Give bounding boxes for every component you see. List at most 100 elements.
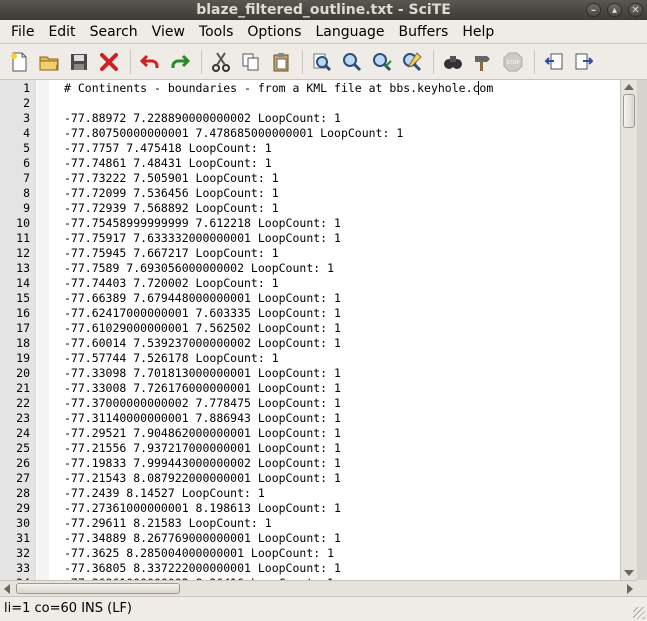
maximize-button[interactable]: ▴ (607, 3, 622, 17)
editor-line[interactable]: 4 -77.80750000000001 7.478685000000001 Lo… (0, 126, 620, 141)
line-text[interactable]: -77.34889 8.267769000000001 LoopCount: 1 (64, 531, 341, 546)
editor-line[interactable]: 6 -77.74861 7.48431 LoopCount: 1 (0, 156, 620, 171)
copy-button[interactable] (238, 48, 264, 76)
editor-line[interactable]: 16 -77.62417000000001 7.603335 LoopCount:… (0, 306, 620, 321)
editor-line[interactable]: 24 -77.29521 7.904862000000001 LoopCount:… (0, 426, 620, 441)
editor-line[interactable]: 23 -77.31140000000001 7.886943 LoopCount:… (0, 411, 620, 426)
line-text[interactable]: -77.21556 7.937217000000001 LoopCount: 1 (64, 441, 341, 456)
line-text[interactable]: # Continents - boundaries - from a KML f… (64, 81, 493, 96)
editor-line[interactable]: 31 -77.34889 8.267769000000001 LoopCount:… (0, 531, 620, 546)
line-text[interactable]: -77.66389 7.679448000000001 LoopCount: 1 (64, 291, 341, 306)
editor-line[interactable]: 17 -77.61029000000001 7.562502 LoopCount:… (0, 321, 620, 336)
editor-line[interactable]: 7 -77.73222 7.505901 LoopCount: 1 (0, 171, 620, 186)
line-text[interactable]: -77.33098 7.701813000000001 LoopCount: 1 (64, 366, 341, 381)
close-file-button[interactable] (96, 48, 122, 76)
line-text[interactable]: -77.73222 7.505901 LoopCount: 1 (64, 171, 279, 186)
editor-line[interactable]: 1 # Continents - boundaries - from a KML … (0, 81, 620, 96)
redo-button[interactable] (167, 48, 193, 76)
line-text[interactable]: -77.62417000000001 7.603335 LoopCount: 1 (64, 306, 341, 321)
editor-line[interactable]: 28 -77.2439 8.14527 LoopCount: 1 (0, 486, 620, 501)
editor-line[interactable]: 2 (0, 96, 620, 111)
editor-pane[interactable]: 1 # Continents - boundaries - from a KML … (0, 80, 620, 580)
menu-search[interactable]: Search (83, 20, 145, 44)
line-text[interactable]: -77.75945 7.667217 LoopCount: 1 (64, 246, 279, 261)
horizontal-scrollbar[interactable] (0, 580, 637, 596)
menu-file[interactable]: File (4, 20, 41, 44)
line-text[interactable]: -77.37000000000002 7.778475 LoopCount: 1 (64, 396, 341, 411)
editor-line[interactable]: 15 -77.66389 7.679448000000001 LoopCount:… (0, 291, 620, 306)
line-text[interactable]: -77.27361000000001 8.198613 LoopCount: 1 (64, 501, 341, 516)
vertical-scroll-thumb[interactable] (623, 94, 635, 128)
line-text[interactable]: -77.2439 8.14527 LoopCount: 1 (64, 486, 265, 501)
line-text[interactable]: -77.57744 7.526178 LoopCount: 1 (64, 351, 279, 366)
line-text[interactable]: -77.75458999999999 7.612218 LoopCount: 1 (64, 216, 341, 231)
menu-view[interactable]: View (145, 20, 192, 44)
horizontal-scroll-thumb[interactable] (16, 583, 180, 594)
close-window-button[interactable]: ✕ (628, 3, 643, 17)
editor-line[interactable]: 10 -77.75458999999999 7.612218 LoopCount:… (0, 216, 620, 231)
editor-line[interactable]: 14 -77.74403 7.720002 LoopCount: 1 (0, 276, 620, 291)
editor-line[interactable]: 18 -77.60014 7.539237000000002 LoopCount:… (0, 336, 620, 351)
editor-line[interactable]: 19 -77.57744 7.526178 LoopCount: 1 (0, 351, 620, 366)
menu-tools[interactable]: Tools (192, 20, 241, 44)
editor-line[interactable]: 3 -77.88972 7.228890000000002 LoopCount: … (0, 111, 620, 126)
line-text[interactable]: -77.19833 7.999443000000002 LoopCount: 1 (64, 456, 341, 471)
line-text[interactable]: -77.80750000000001 7.478685000000001 Loo… (64, 126, 403, 141)
line-text[interactable]: -77.74403 7.720002 LoopCount: 1 (64, 276, 279, 291)
line-text[interactable]: -77.29611 8.21583 LoopCount: 1 (64, 516, 272, 531)
replace-button[interactable] (399, 48, 425, 76)
menu-options[interactable]: Options (240, 20, 308, 44)
line-text[interactable]: -77.88972 7.228890000000002 LoopCount: 1 (64, 111, 341, 126)
find-next-button[interactable] (339, 48, 365, 76)
editor-line[interactable]: 20 -77.33098 7.701813000000001 LoopCount:… (0, 366, 620, 381)
minimize-button[interactable]: – (586, 3, 601, 17)
menu-language[interactable]: Language (308, 20, 391, 44)
resize-grip-icon[interactable] (633, 607, 645, 619)
line-text[interactable]: -77.7589 7.693056000000002 LoopCount: 1 (64, 261, 334, 276)
scroll-right-icon[interactable] (627, 584, 633, 594)
paste-button[interactable] (268, 48, 294, 76)
scroll-down-icon[interactable] (624, 570, 634, 576)
editor-line[interactable]: 12 -77.75945 7.667217 LoopCount: 1 (0, 246, 620, 261)
cut-button[interactable] (208, 48, 234, 76)
find-in-files-button[interactable] (369, 48, 395, 76)
new-file-button[interactable] (6, 48, 32, 76)
menu-buffers[interactable]: Buffers (392, 20, 456, 44)
scroll-left-icon[interactable] (4, 584, 10, 594)
editor-line[interactable]: 8 -77.72099 7.536456 LoopCount: 1 (0, 186, 620, 201)
editor-line[interactable]: 25 -77.21556 7.937217000000001 LoopCount:… (0, 441, 620, 456)
line-text[interactable]: -77.31140000000001 7.886943 LoopCount: 1 (64, 411, 341, 426)
line-text[interactable]: -77.61029000000001 7.562502 LoopCount: 1 (64, 321, 341, 336)
editor-line[interactable]: 30 -77.29611 8.21583 LoopCount: 1 (0, 516, 620, 531)
editor-line[interactable]: 22 -77.37000000000002 7.778475 LoopCount:… (0, 396, 620, 411)
scroll-up-icon[interactable] (624, 84, 634, 90)
line-text[interactable]: -77.29521 7.904862000000001 LoopCount: 1 (64, 426, 341, 441)
vertical-scrollbar[interactable] (620, 80, 637, 580)
line-text[interactable]: -77.75917 7.633332000000001 LoopCount: 1 (64, 231, 341, 246)
next-buffer-button[interactable] (571, 48, 597, 76)
line-text[interactable]: -77.21543 8.087922000000001 LoopCount: 1 (64, 471, 341, 486)
line-text[interactable]: -77.74861 7.48431 LoopCount: 1 (64, 156, 272, 171)
editor-line[interactable]: 13 -77.7589 7.693056000000002 LoopCount: … (0, 261, 620, 276)
find-button[interactable] (309, 48, 335, 76)
undo-button[interactable] (137, 48, 163, 76)
menu-help[interactable]: Help (455, 20, 501, 44)
editor-line[interactable]: 11 -77.75917 7.633332000000001 LoopCount:… (0, 231, 620, 246)
previous-buffer-button[interactable] (541, 48, 567, 76)
editor-line[interactable]: 21 -77.33008 7.726176000000001 LoopCount:… (0, 381, 620, 396)
editor-line[interactable]: 32 -77.3625 8.285004000000001 LoopCount: … (0, 546, 620, 561)
line-text[interactable]: -77.7757 7.475418 LoopCount: 1 (64, 141, 272, 156)
text-lines[interactable]: 1 # Continents - boundaries - from a KML … (0, 81, 620, 580)
save-button[interactable] (66, 48, 92, 76)
line-text[interactable]: -77.72099 7.536456 LoopCount: 1 (64, 186, 279, 201)
editor-line[interactable]: 33 -77.36805 8.337222000000001 LoopCount:… (0, 561, 620, 576)
editor-line[interactable]: 5 -77.7757 7.475418 LoopCount: 1 (0, 141, 620, 156)
editor-line[interactable]: 29 -77.27361000000001 8.198613 LoopCount:… (0, 501, 620, 516)
editor-line[interactable]: 27 -77.21543 8.087922000000001 LoopCount:… (0, 471, 620, 486)
compile-button[interactable] (470, 48, 496, 76)
open-file-button[interactable] (36, 48, 62, 76)
go-to-button[interactable] (440, 48, 466, 76)
line-text[interactable]: -77.72939 7.568892 LoopCount: 1 (64, 201, 279, 216)
menu-edit[interactable]: Edit (41, 20, 82, 44)
editor-line[interactable]: 9 -77.72939 7.568892 LoopCount: 1 (0, 201, 620, 216)
